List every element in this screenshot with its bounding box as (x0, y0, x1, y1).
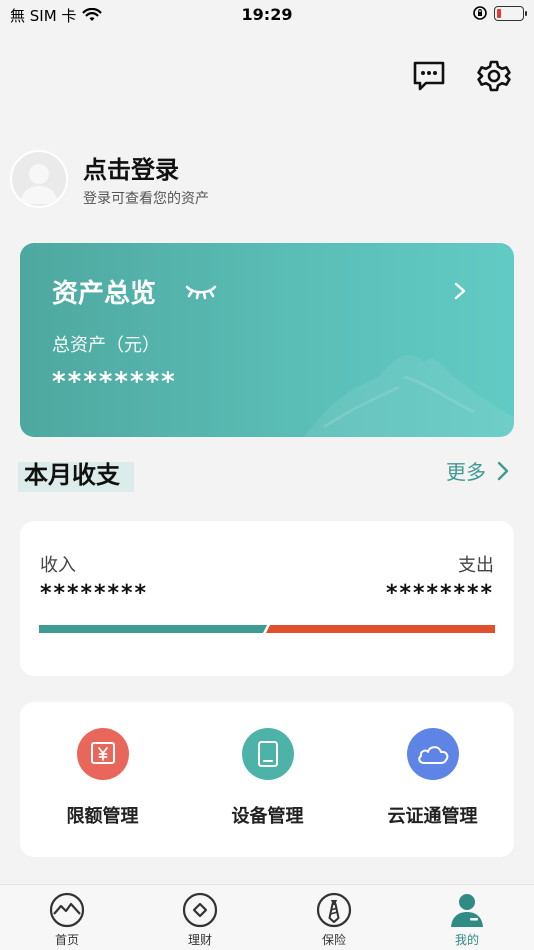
expense-bar (266, 625, 495, 633)
more-label: 更多 (446, 460, 486, 484)
message-button[interactable] (411, 58, 447, 94)
bottom-nav: 首页 理财 保险 我的 (0, 884, 534, 950)
user-icon (448, 891, 486, 929)
service-cloud-cert-management[interactable]: 云证通管理 (350, 728, 515, 828)
default-avatar-icon (20, 164, 58, 204)
total-assets-value: ******** (52, 367, 177, 397)
expense-value: ******** (385, 581, 494, 606)
chevron-right-icon[interactable] (450, 281, 470, 301)
device-icon (241, 728, 294, 780)
status-bar: 無 SIM 卡 19:29 (0, 0, 534, 30)
income-bar (39, 625, 267, 633)
settings-button[interactable] (476, 58, 512, 94)
service-label: 设备管理 (231, 806, 304, 827)
insurance-icon (315, 891, 353, 929)
login-subtitle: 登录可查看您的资产 (83, 191, 209, 207)
nav-label: 首页 (54, 933, 79, 947)
income-expense-bar (39, 625, 495, 633)
status-icons (472, 5, 527, 21)
asset-title: 资产总览 (52, 279, 157, 309)
eye-closed-icon[interactable] (184, 279, 218, 301)
service-limit-management[interactable]: 限额管理 (20, 728, 185, 828)
nav-home[interactable]: 首页 (17, 891, 117, 948)
cloud-icon (406, 728, 459, 780)
nav-label: 我的 (454, 933, 479, 947)
section-header: 本月收支 (18, 452, 134, 492)
section-title: 本月收支 (24, 461, 120, 489)
mountain-decoration (304, 354, 514, 437)
message-icon (413, 61, 445, 91)
gear-icon (477, 60, 511, 92)
asset-overview-card[interactable]: 资产总览 总资产（元） ******** (20, 243, 514, 437)
total-assets-label: 总资产（元） (52, 335, 160, 356)
battery-icon (494, 5, 527, 21)
service-label: 限额管理 (66, 806, 139, 827)
orientation-lock-icon (473, 6, 487, 20)
wealth-icon (181, 891, 219, 929)
nav-wealth[interactable]: 理财 (150, 891, 250, 948)
service-label: 云证通管理 (387, 806, 478, 827)
nav-label: 保险 (321, 933, 346, 947)
home-mountain-icon (48, 891, 86, 929)
nav-label: 理财 (187, 933, 212, 947)
yuan-limit-icon (76, 728, 129, 780)
income-expense-card[interactable]: 收入 支出 ******** ******** (20, 521, 514, 676)
services-card: 限额管理 设备管理 云证通管理 (20, 702, 514, 857)
clock: 19:29 (241, 5, 293, 24)
expense-label: 支出 (458, 555, 494, 576)
income-label: 收入 (40, 555, 76, 576)
service-device-management[interactable]: 设备管理 (185, 728, 350, 828)
chevron-right-icon (497, 461, 509, 480)
nav-me[interactable]: 我的 (417, 891, 517, 948)
more-link[interactable]: 更多 (446, 456, 510, 485)
login-title[interactable]: 点击登录 (83, 150, 179, 185)
nav-insurance[interactable]: 保险 (284, 891, 384, 948)
income-value: ******** (40, 581, 149, 606)
avatar[interactable] (10, 150, 68, 208)
